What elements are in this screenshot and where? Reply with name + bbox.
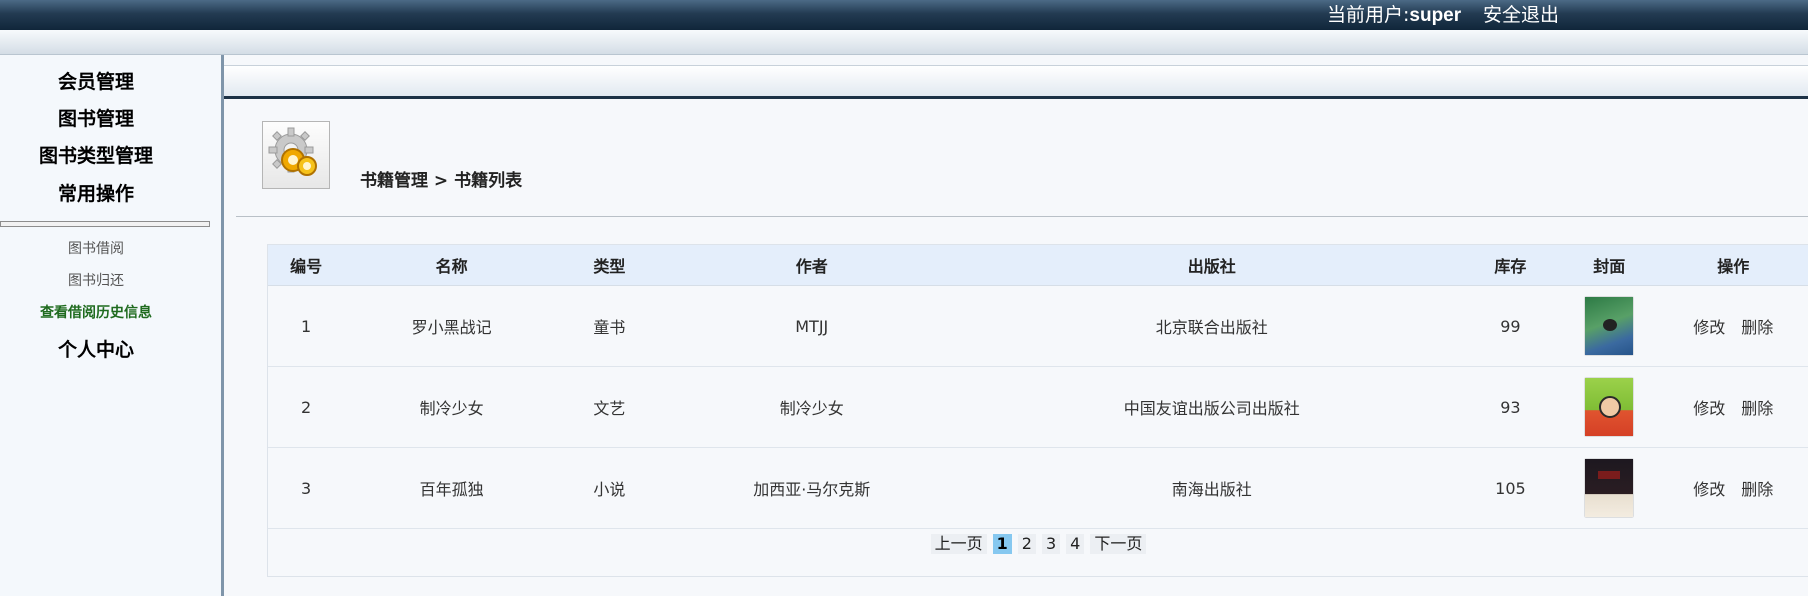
cell-id: 3 bbox=[268, 447, 345, 529]
cell-actions: 修改 删除 bbox=[1657, 447, 1808, 529]
current-user-label: 当前用户: bbox=[1327, 4, 1410, 26]
delete-button[interactable]: 删除 bbox=[1741, 318, 1773, 337]
cell-name: 罗小黑战记 bbox=[344, 285, 559, 367]
current-user: 当前用户:super bbox=[1327, 2, 1461, 28]
breadcrumb: 书籍管理 > 书籍列表 bbox=[360, 171, 523, 191]
sidebar: 会员管理 图书管理 图书类型管理 常用操作 图书借阅 图书归还 查看借阅历史信息… bbox=[0, 55, 224, 596]
content-divider bbox=[236, 216, 1808, 217]
sidebar-item-profile[interactable]: 个人中心 bbox=[0, 335, 192, 362]
column-header-name: 名称 bbox=[344, 245, 559, 286]
edit-button[interactable]: 修改 bbox=[1693, 399, 1725, 418]
sidebar-subitem-borrow[interactable]: 图书借阅 bbox=[0, 238, 192, 258]
pagination-page-1[interactable]: 1 bbox=[992, 534, 1012, 554]
sidebar-item-book-types[interactable]: 图书类型管理 bbox=[0, 141, 192, 168]
edit-button[interactable]: 修改 bbox=[1693, 480, 1725, 499]
cell-publisher: 南海出版社 bbox=[963, 447, 1460, 529]
table-row: 2 制冷少女 文艺 制冷少女 中国友谊出版公司出版社 93 修改 删除 bbox=[268, 366, 1808, 448]
table-header-row: 编号 名称 类型 作者 出版社 库存 封面 操作 bbox=[268, 245, 1808, 286]
cell-publisher: 中国友谊出版公司出版社 bbox=[963, 366, 1460, 448]
cell-cover bbox=[1561, 366, 1658, 448]
cell-cover bbox=[1561, 285, 1658, 367]
cell-cover bbox=[1561, 447, 1658, 529]
delete-button[interactable]: 删除 bbox=[1741, 480, 1773, 499]
book-table-container: 编号 名称 类型 作者 出版社 库存 封面 操作 1 罗小黑战记 童书 MTJJ… bbox=[267, 244, 1808, 577]
column-header-cover: 封面 bbox=[1561, 245, 1658, 286]
current-user-name: super bbox=[1409, 5, 1462, 26]
edit-button[interactable]: 修改 bbox=[1693, 318, 1725, 337]
sidebar-subitem-borrow-history[interactable]: 查看借阅历史信息 bbox=[0, 302, 192, 322]
pagination: 上一页 1 2 3 4 下一页 bbox=[268, 534, 1808, 558]
cell-name: 百年孤独 bbox=[344, 447, 559, 529]
header-sub-bar bbox=[0, 30, 1808, 55]
top-header-bar: 当前用户:super 安全退出 bbox=[0, 0, 1808, 30]
sidebar-item-common-ops[interactable]: 常用操作 bbox=[0, 179, 192, 206]
cell-stock: 93 bbox=[1459, 366, 1562, 448]
cell-author: 加西亚·马尔克斯 bbox=[659, 447, 964, 529]
pagination-page-4[interactable]: 4 bbox=[1066, 534, 1085, 554]
book-table: 编号 名称 类型 作者 出版社 库存 封面 操作 1 罗小黑战记 童书 MTJJ… bbox=[268, 245, 1808, 529]
column-header-stock: 库存 bbox=[1459, 245, 1562, 286]
cell-author: 制冷少女 bbox=[659, 366, 964, 448]
cell-author: MTJJ bbox=[659, 285, 964, 367]
pagination-next-button[interactable]: 下一页 bbox=[1090, 534, 1147, 554]
cell-type: 小说 bbox=[558, 447, 660, 529]
sidebar-subitem-return[interactable]: 图书归还 bbox=[0, 270, 192, 290]
cell-type: 童书 bbox=[558, 285, 660, 367]
cell-actions: 修改 删除 bbox=[1657, 285, 1808, 367]
column-header-author: 作者 bbox=[659, 245, 964, 286]
table-row: 1 罗小黑战记 童书 MTJJ 北京联合出版社 99 修改 删除 bbox=[268, 285, 1808, 367]
pagination-prev-button[interactable]: 上一页 bbox=[930, 534, 987, 554]
cell-name: 制冷少女 bbox=[344, 366, 559, 448]
content-header-bar bbox=[224, 65, 1808, 99]
column-header-publisher: 出版社 bbox=[963, 245, 1460, 286]
pagination-page-2[interactable]: 2 bbox=[1017, 534, 1036, 554]
column-header-actions: 操作 bbox=[1657, 245, 1808, 286]
sidebar-item-members[interactable]: 会员管理 bbox=[0, 67, 192, 94]
cell-publisher: 北京联合出版社 bbox=[963, 285, 1460, 367]
main-content: 书籍管理 > 书籍列表 编号 名称 类型 作者 出版社 库存 封面 操作 1 罗 bbox=[224, 55, 1808, 596]
table-row: 3 百年孤独 小说 加西亚·马尔克斯 南海出版社 105 修改 删除 bbox=[268, 447, 1808, 529]
book-cover-image bbox=[1585, 459, 1634, 517]
sidebar-item-books[interactable]: 图书管理 bbox=[0, 104, 192, 131]
cell-stock: 105 bbox=[1459, 447, 1562, 529]
book-cover-image bbox=[1585, 297, 1634, 355]
delete-button[interactable]: 删除 bbox=[1741, 399, 1773, 418]
column-header-type: 类型 bbox=[558, 245, 660, 286]
cell-actions: 修改 删除 bbox=[1657, 366, 1808, 448]
book-cover-image bbox=[1585, 378, 1634, 436]
cell-id: 1 bbox=[268, 285, 345, 367]
cell-type: 文艺 bbox=[558, 366, 660, 448]
cell-id: 2 bbox=[268, 366, 345, 448]
logout-link[interactable]: 安全退出 bbox=[1483, 2, 1559, 28]
pagination-page-3[interactable]: 3 bbox=[1041, 534, 1061, 554]
sidebar-divider bbox=[0, 221, 210, 227]
column-header-id: 编号 bbox=[268, 245, 345, 286]
cell-stock: 99 bbox=[1459, 285, 1562, 367]
gear-icon bbox=[262, 121, 330, 189]
